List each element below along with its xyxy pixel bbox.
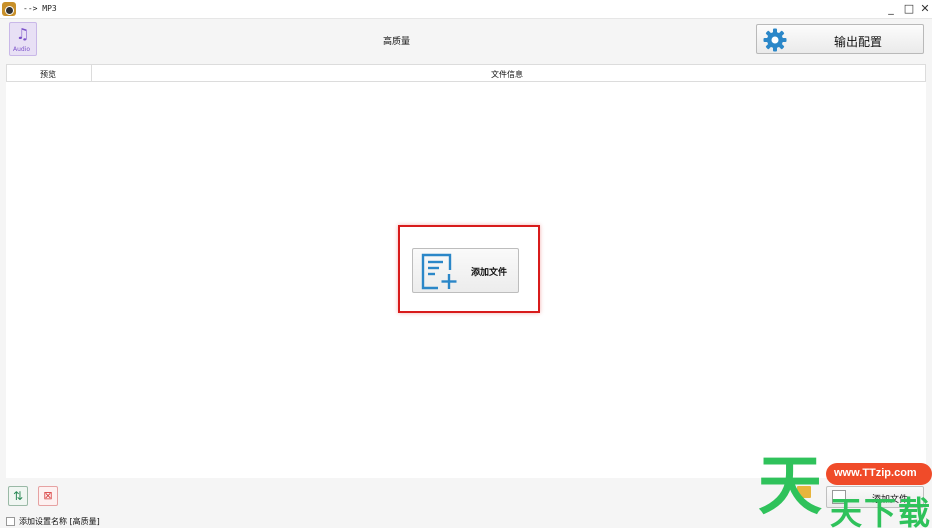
title-bar: --> MP3 _ □ ✕ [0,0,932,19]
remove-icon: ⊠ [43,489,53,502]
list-column-header: 预览 文件信息 [6,64,926,82]
audio-file-icon[interactable]: ♫ Audio [9,22,37,56]
remove-button[interactable]: ⊠ [38,486,58,506]
output-config-label: 输出配置 [834,35,883,49]
window-title: --> MP3 [23,4,57,13]
maximize-button[interactable]: □ [902,2,916,16]
sort-icon: ⇅ [12,489,24,503]
add-preset-name-checkbox[interactable] [6,517,15,526]
add-document-icon [421,253,457,290]
watermark-text: 天下载 [830,494,932,528]
minimize-button[interactable]: _ [884,2,898,16]
close-button[interactable]: ✕ [918,2,932,16]
watermark-big-char: 天 [758,450,822,524]
gear-icon [763,28,787,52]
app-logo-icon [2,2,16,16]
preset-name: 高质量 [383,37,411,47]
column-file-info[interactable]: 文件信息 [491,69,523,80]
app-window: --> MP3 _ □ ✕ ♫ Audio 高质量 输出配置 预览 文件信息 添… [0,0,932,528]
header-bar: ♫ Audio 高质量 输出配置 [0,19,932,63]
add-file-label: 添加文件 [471,268,508,278]
column-preview[interactable]: 预览 [40,69,56,80]
watermark-logo: 天 www.TTzip.com 天下载 [756,452,932,528]
sort-button[interactable]: ⇅ [8,486,28,506]
output-config-button[interactable]: 输出配置 [756,24,924,54]
add-preset-name-label: 添加设置名称 [高质量] [19,517,100,526]
watermark-url: www.TTzip.com [834,467,917,479]
format-icon-label: Audio [13,46,31,53]
column-divider[interactable] [91,65,92,81]
music-note-icon: ♫ [16,25,30,43]
add-file-button[interactable]: 添加文件 [412,248,519,293]
